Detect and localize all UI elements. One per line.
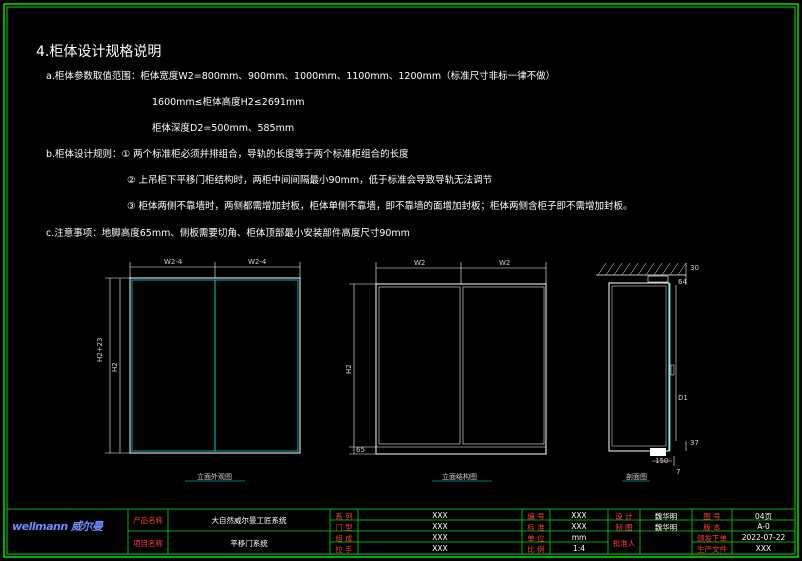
tb-production-label: 生产文件	[697, 545, 727, 554]
caption-section: 剖面图	[626, 473, 647, 481]
dim-d3-foot: 7	[676, 468, 681, 476]
dim-d2-right: W2	[499, 259, 511, 267]
tb-composition-label: 组 成	[335, 534, 353, 543]
tb-number-value: XXX	[571, 511, 587, 520]
caption-elevation-exterior: 立面外观图	[197, 473, 232, 481]
tb-drafter-value: 魏华明	[654, 523, 678, 532]
tb-door-type-value: XXX	[432, 522, 448, 531]
tb-series-value: XXX	[432, 511, 448, 520]
tb-checker-label: 批准人	[612, 539, 636, 548]
tb-number-label: 编 号	[527, 512, 545, 521]
dim-d2-base: 65	[356, 446, 365, 454]
drawing-elevation-structure	[349, 262, 547, 482]
tb-handle-label: 拉 手	[335, 545, 353, 554]
tb-designer-label: 设 计	[615, 512, 633, 521]
tb-standard-label: 标 准	[527, 523, 545, 532]
tb-release-label: 颁发下单	[697, 534, 727, 543]
tb-composition-value: XXX	[432, 533, 448, 542]
tb-series-label: 系 列	[335, 512, 353, 521]
dim-d1-right: W2-4	[248, 258, 267, 266]
tb-production-value: XXX	[755, 544, 772, 553]
dim-d3-top2: 64	[678, 278, 687, 286]
tb-scale-value: 1:4	[572, 544, 586, 553]
spec-c-line1: c.注意事项：地脚高度65mm、侧板需要切角、柜体顶部最小安装部件高度尺寸90m…	[46, 228, 410, 239]
tb-version-label: 版 本	[703, 523, 721, 532]
tb-release-value: 2022-07-22	[741, 533, 786, 542]
tb-version-value: A-0	[757, 522, 770, 531]
page-title: 4.柜体设计规格说明	[36, 44, 162, 60]
tb-door-type-label: 门 型	[335, 523, 353, 532]
dim-d3-top: 30	[690, 264, 699, 272]
spec-b-line1: b.柜体设计规则：① 两个标准柜必须并排组合，导轨的长度等于两个标准柜组合的长度	[46, 149, 409, 160]
spec-b-line2: ② 上吊柜下平移门柜结构时，两柜中间间隔最小90mm，低于标准会导致导轨无法调节	[127, 175, 493, 186]
spec-b-line3: ③ 柜体两侧不靠墙时，两侧都需增加封板，柜体单侧不靠墙，即不靠墙的面增加封板；柜…	[127, 201, 633, 212]
tb-designer-value: 魏华明	[654, 512, 678, 521]
tb-handle-value: XXX	[432, 544, 448, 553]
tb-project-name-label: 项目名称	[133, 539, 163, 548]
tb-page-value: 04页	[754, 512, 773, 521]
tb-product-name-value: 大自然威尔曼工匠系统	[211, 516, 287, 525]
tb-scale-label: 比 例	[527, 545, 545, 554]
dim-d1-left: W2-4	[164, 258, 183, 266]
caption-elevation-structure: 立面结构图	[442, 473, 477, 481]
dim-d1-height-inner: H2	[111, 362, 119, 372]
dim-d3-depth: 150	[655, 457, 669, 465]
dim-d3-side: D1	[678, 394, 688, 402]
spec-a-line2: 1600mm≤柜体高度H2≤2691mm	[152, 97, 305, 108]
tb-page-label: 图 号	[703, 512, 721, 521]
tb-unit-value: mm	[571, 533, 587, 542]
dim-d2-left: W2	[414, 259, 426, 267]
dim-d2-height: H2	[345, 364, 353, 374]
tb-product-name-label: 产品名称	[133, 516, 163, 525]
tb-project-name-value: 平移门系统	[230, 539, 268, 548]
drawing-section	[596, 262, 687, 482]
drawing-elevation-exterior	[105, 262, 301, 482]
company-logo: wellmann 威尔曼	[12, 520, 103, 533]
spec-a-line1: a.柜体参数取值范围：柜体宽度W2=800mm、900mm、1000mm、110…	[46, 71, 556, 82]
dim-d3-bottom: 37	[690, 439, 699, 447]
tb-drafter-label: 制 图	[615, 523, 633, 532]
tb-unit-label: 单 位	[527, 534, 545, 543]
dim-d1-height-outer: H2+23	[96, 337, 104, 363]
tb-standard-value: XXX	[571, 522, 587, 531]
spec-a-line3: 柜体深度D2=500mm、585mm	[152, 123, 295, 134]
